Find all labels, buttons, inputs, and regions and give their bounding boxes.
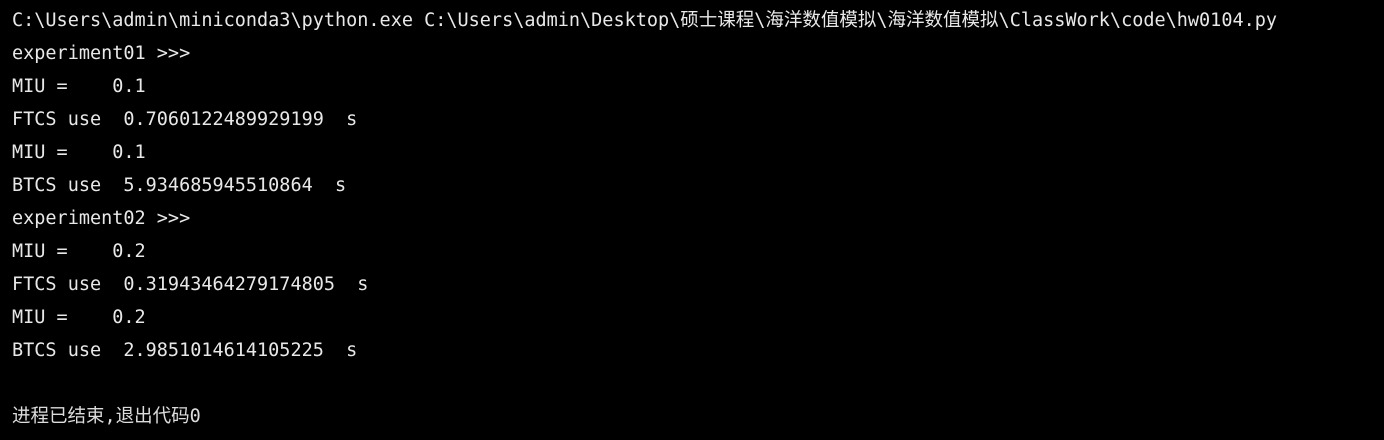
output-line: BTCS use 2.9851014614105225 s bbox=[12, 340, 358, 361]
output-line: experiment02 >>> bbox=[12, 208, 191, 229]
output-line: BTCS use 5.934685945510864 s bbox=[12, 175, 347, 196]
output-line: FTCS use 0.7060122489929199 s bbox=[12, 109, 358, 130]
output-line: MIU = 0.2 bbox=[12, 307, 146, 328]
output-line: MIU = 0.1 bbox=[12, 142, 146, 163]
output-line: MIU = 0.2 bbox=[12, 241, 146, 262]
output-line: FTCS use 0.31943464279174805 s bbox=[12, 274, 369, 295]
console-output: C:\Users\admin\miniconda3\python.exe C:\… bbox=[0, 0, 1384, 440]
command-line: C:\Users\admin\miniconda3\python.exe C:\… bbox=[12, 10, 1278, 31]
output-line: experiment01 >>> bbox=[12, 43, 191, 64]
exit-status-message: 进程已结束,退出代码0 bbox=[12, 406, 201, 427]
output-line: MIU = 0.1 bbox=[12, 76, 146, 97]
